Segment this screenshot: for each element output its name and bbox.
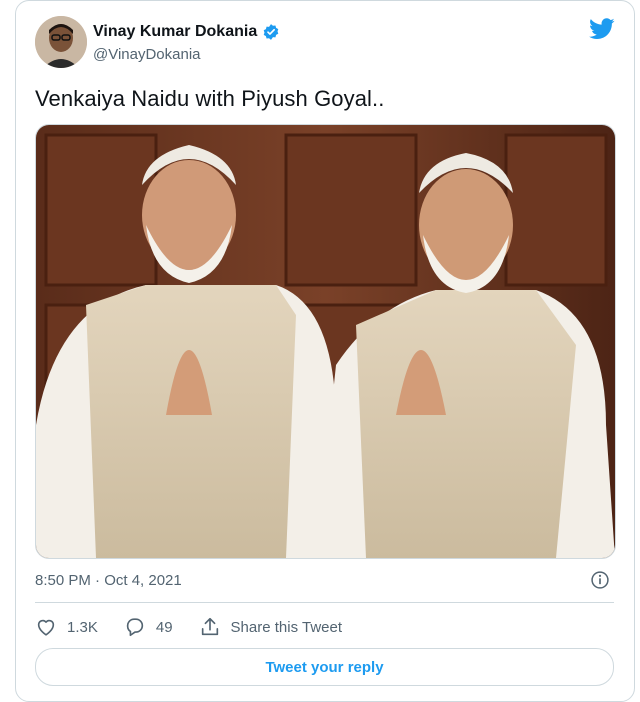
reply-count: 49 <box>155 618 173 636</box>
like-button[interactable]: 1.3K <box>35 616 98 638</box>
share-icon <box>201 617 218 636</box>
tweet-actions: 1.3K 49 Share this Tweet <box>35 616 368 638</box>
share-button[interactable]: Share this Tweet <box>199 616 342 638</box>
tweet-photo[interactable] <box>35 124 616 559</box>
heart-icon <box>37 619 55 636</box>
author-display-name[interactable]: Vinay Kumar Dokania <box>93 23 257 41</box>
author-avatar[interactable] <box>35 16 87 68</box>
reply-bubble-icon <box>126 618 144 637</box>
tweet-your-reply-button[interactable]: Tweet your reply <box>35 648 614 686</box>
like-count: 1.3K <box>67 618 98 636</box>
divider <box>35 602 614 603</box>
verified-badge-icon <box>263 24 279 40</box>
tweet-text: Venkaiya Naidu with Piyush Goyal.. <box>35 86 385 111</box>
author-name-row[interactable]: Vinay Kumar Dokania <box>93 23 280 41</box>
tweet-timestamp[interactable]: 8:50 PM · Oct 4, 2021 <box>35 572 182 589</box>
reply-button[interactable]: 49 <box>124 616 173 638</box>
share-label: Share this Tweet <box>230 618 342 636</box>
info-icon[interactable] <box>590 570 610 590</box>
twitter-bird-icon[interactable] <box>589 18 615 40</box>
author-handle[interactable]: @VinayDokania <box>93 46 201 63</box>
